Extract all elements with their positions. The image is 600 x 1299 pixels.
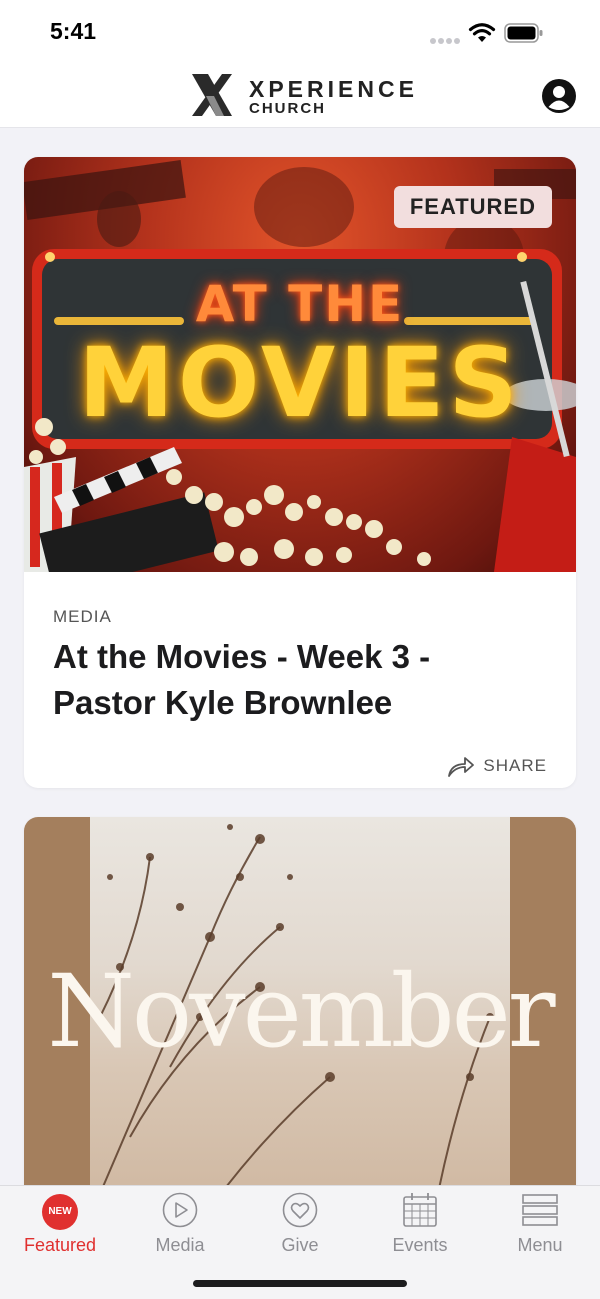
- logo-wordmark: XPERIENCE: [249, 76, 418, 102]
- tab-label: Events: [392, 1235, 448, 1255]
- wifi-icon: [468, 23, 496, 42]
- hero-word-november: November: [47, 953, 555, 1070]
- new-badge-icon: NEW: [42, 1194, 78, 1230]
- share-label: SHARE: [483, 756, 547, 775]
- status-time: 5:41: [50, 18, 97, 44]
- hero-image-november: November: [24, 817, 576, 1185]
- card-body: MEDIA At the Movies - Week 3 - Pastor Ky…: [24, 572, 576, 788]
- card-title[interactable]: At the Movies - Week 3 - Pastor Kyle Bro…: [53, 634, 533, 726]
- share-button[interactable]: SHARE: [447, 752, 547, 780]
- featured-card[interactable]: AT THE MOVIES FEATURED MEDIA At the Movi…: [24, 157, 576, 788]
- menu-lines-icon: [522, 1194, 558, 1226]
- tab-menu[interactable]: Menu: [480, 1192, 600, 1256]
- user-circle-icon[interactable]: [542, 79, 576, 113]
- play-circle-icon: [162, 1192, 198, 1228]
- status-bar: 5:41: [0, 0, 600, 62]
- hero-image-at-the-movies: AT THE MOVIES FEATURED: [24, 157, 576, 572]
- hero-title-line1: AT THE: [195, 275, 405, 333]
- tab-label: Give: [281, 1235, 319, 1255]
- share-arrow-icon: [448, 757, 475, 777]
- featured-badge: FEATURED: [393, 186, 552, 228]
- status-icons: [430, 22, 570, 46]
- app-header: XPERIENCE CHURCH: [0, 62, 600, 128]
- tab-label: Menu: [517, 1235, 563, 1255]
- home-indicator[interactable]: [193, 1280, 407, 1287]
- calendar-icon: [403, 1193, 437, 1227]
- x-logo-icon: [192, 74, 232, 116]
- featured-feed[interactable]: AT THE MOVIES FEATURED MEDIA At the Movi…: [0, 128, 600, 1185]
- hero-title-line2: MOVIES: [78, 327, 522, 439]
- logo-subtitle: CHURCH: [249, 100, 326, 117]
- tab-give[interactable]: Give: [240, 1192, 360, 1256]
- tab-events[interactable]: Events: [360, 1192, 480, 1256]
- tab-label: Media: [155, 1235, 205, 1255]
- tab-media[interactable]: Media: [120, 1192, 240, 1256]
- tab-label: Featured: [23, 1235, 97, 1255]
- card-category: MEDIA: [53, 607, 112, 626]
- cellular-signal-icon: [430, 31, 462, 44]
- tab-featured[interactable]: NEW Featured: [0, 1192, 120, 1256]
- november-card[interactable]: November: [24, 817, 576, 1185]
- church-logo[interactable]: XPERIENCE CHURCH: [188, 70, 428, 120]
- heart-circle-icon: [282, 1192, 318, 1228]
- battery-icon: [504, 23, 543, 43]
